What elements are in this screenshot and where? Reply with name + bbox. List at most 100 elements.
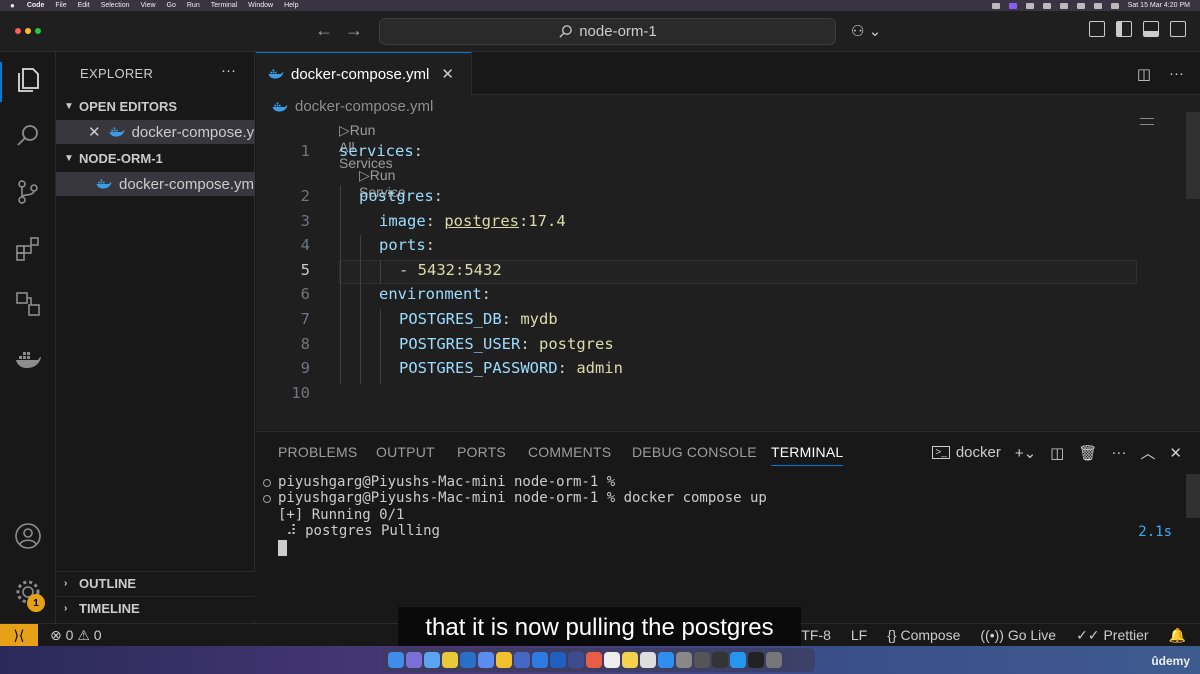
terminal-name[interactable]: docker [956,444,1001,461]
open-editor-item[interactable]: ✕ docker-compose.yml [56,120,255,144]
app-icon[interactable] [586,652,602,668]
close-tab-icon[interactable]: ✕ [441,65,454,83]
docker-app-icon[interactable] [730,652,746,668]
menu-run[interactable]: Run [187,2,200,9]
tab-problems[interactable]: PROBLEMS [278,444,357,460]
split-editor-icon[interactable]: ◫ [1137,65,1151,83]
zoom-window-button[interactable] [35,28,41,34]
terminal-scrollbar[interactable] [1186,474,1200,518]
split-terminal-icon[interactable]: ◫ [1050,444,1064,462]
vscode-icon[interactable] [460,652,476,668]
menu-view[interactable]: View [140,2,155,9]
menu-selection[interactable]: Selection [101,2,130,9]
breadcrumb[interactable]: docker-compose.yml [272,98,433,115]
menu-help[interactable]: Help [284,2,298,9]
app-icon[interactable] [478,652,494,668]
status-icon[interactable] [1059,2,1068,9]
control-center-icon[interactable] [1110,2,1119,9]
tab-ports[interactable]: PORTS [457,444,506,460]
status-icon[interactable] [991,2,1000,9]
tab-docker-compose[interactable]: docker-compose.yml ✕ [256,52,472,95]
toggle-primary-sidebar-icon[interactable] [1116,21,1132,37]
status-icon[interactable] [1042,2,1051,9]
app-icon[interactable] [640,652,656,668]
source-control-icon[interactable] [14,178,42,206]
project-section[interactable]: ▼ NODE-ORM-1 [56,147,255,169]
app-store-icon[interactable] [658,652,674,668]
app-icon[interactable] [694,652,710,668]
menu-terminal[interactable]: Terminal [211,2,237,9]
kill-terminal-icon[interactable]: 🗑 [1078,444,1097,462]
close-window-button[interactable] [15,28,21,34]
menu-go[interactable]: Go [167,2,176,9]
outlook-icon[interactable] [550,652,566,668]
language-mode[interactable]: {} Compose [887,627,960,644]
prettier-status[interactable]: ✓✓ Prettier [1076,627,1148,644]
maximize-panel-icon[interactable]: ︿ [1140,442,1155,463]
tab-debug-console[interactable]: DEBUG CONSOLE [632,444,757,460]
more-actions-icon[interactable]: ··· [1111,444,1126,461]
app-icon[interactable] [532,652,548,668]
menu-edit[interactable]: Edit [78,2,90,9]
file-tree-item[interactable]: docker-compose.yml [56,172,255,196]
menubar-clock[interactable]: Sat 15 Mar 4:20 PM [1128,2,1190,9]
command-decoration-icon[interactable] [263,495,271,503]
calendar-icon[interactable] [604,652,620,668]
command-center-search[interactable]: node-orm-1 [379,18,836,45]
new-terminal-icon[interactable]: +⌄ [1015,444,1036,462]
apple-icon[interactable]: ● [10,1,15,10]
minimize-window-button[interactable] [25,28,31,34]
copilot-icon[interactable]: ⚇ ⌄ [851,22,881,40]
search-icon[interactable] [14,122,42,150]
problems-indicator[interactable]: ⊗ 0 ⚠ 0 [50,627,102,644]
remote-indicator-icon[interactable]: ⟩⟨ [0,623,38,647]
account-icon[interactable] [14,522,42,550]
outline-section[interactable]: › OUTLINE [56,571,255,595]
app-icon[interactable] [568,652,584,668]
app-icon[interactable] [514,652,530,668]
tab-comments[interactable]: COMMENTS [528,444,611,460]
tab-terminal[interactable]: TERMINAL [771,444,844,466]
search-icon[interactable] [1093,2,1102,9]
settings-icon[interactable] [676,652,692,668]
notes-icon[interactable] [622,652,638,668]
editor-scrollbar[interactable] [1186,112,1200,199]
menu-file[interactable]: File [55,2,66,9]
command-decoration-icon[interactable] [263,479,271,487]
status-icon[interactable] [1008,2,1017,9]
customize-layout-icon[interactable] [1089,21,1105,37]
extensions-icon[interactable] [14,234,42,262]
forward-arrow-icon[interactable]: → [345,20,363,41]
tab-output[interactable]: OUTPUT [376,444,435,460]
remote-explorer-icon[interactable] [14,290,42,318]
app-icon[interactable] [424,652,440,668]
more-actions-icon[interactable]: ··· [221,62,236,79]
explorer-icon[interactable] [14,66,42,94]
status-icon[interactable] [1025,2,1034,9]
launchpad-icon[interactable] [406,652,422,668]
menu-code[interactable]: Code [27,2,45,9]
app-icon[interactable] [496,652,512,668]
trash-icon[interactable] [766,652,782,668]
minimap[interactable] [1140,118,1154,125]
close-panel-icon[interactable]: ✕ [1169,444,1182,462]
open-editors-section[interactable]: ▼ OPEN EDITORS [56,95,255,117]
app-icon[interactable] [712,652,728,668]
finder-icon[interactable] [388,652,404,668]
close-editor-icon[interactable]: ✕ [88,123,101,141]
menu-window[interactable]: Window [248,2,273,9]
back-arrow-icon[interactable]: ← [315,20,333,41]
docker-icon[interactable] [14,346,42,374]
notifications-bell-icon[interactable]: 🔔 [1169,627,1186,644]
eol-indicator[interactable]: LF [851,627,867,644]
timeline-section[interactable]: › TIMELINE [56,596,255,620]
chrome-icon[interactable] [442,652,458,668]
go-live-button[interactable]: ((•)) Go Live [980,627,1056,644]
more-actions-icon[interactable]: ··· [1169,65,1184,83]
terminal-app-icon[interactable] [748,652,764,668]
toggle-secondary-sidebar-icon[interactable] [1170,21,1186,37]
wifi-icon[interactable] [1076,2,1085,9]
yaml-value-link[interactable]: postgres [444,212,519,230]
toggle-panel-icon[interactable] [1143,21,1159,37]
chevron-right-icon: › [64,578,68,589]
